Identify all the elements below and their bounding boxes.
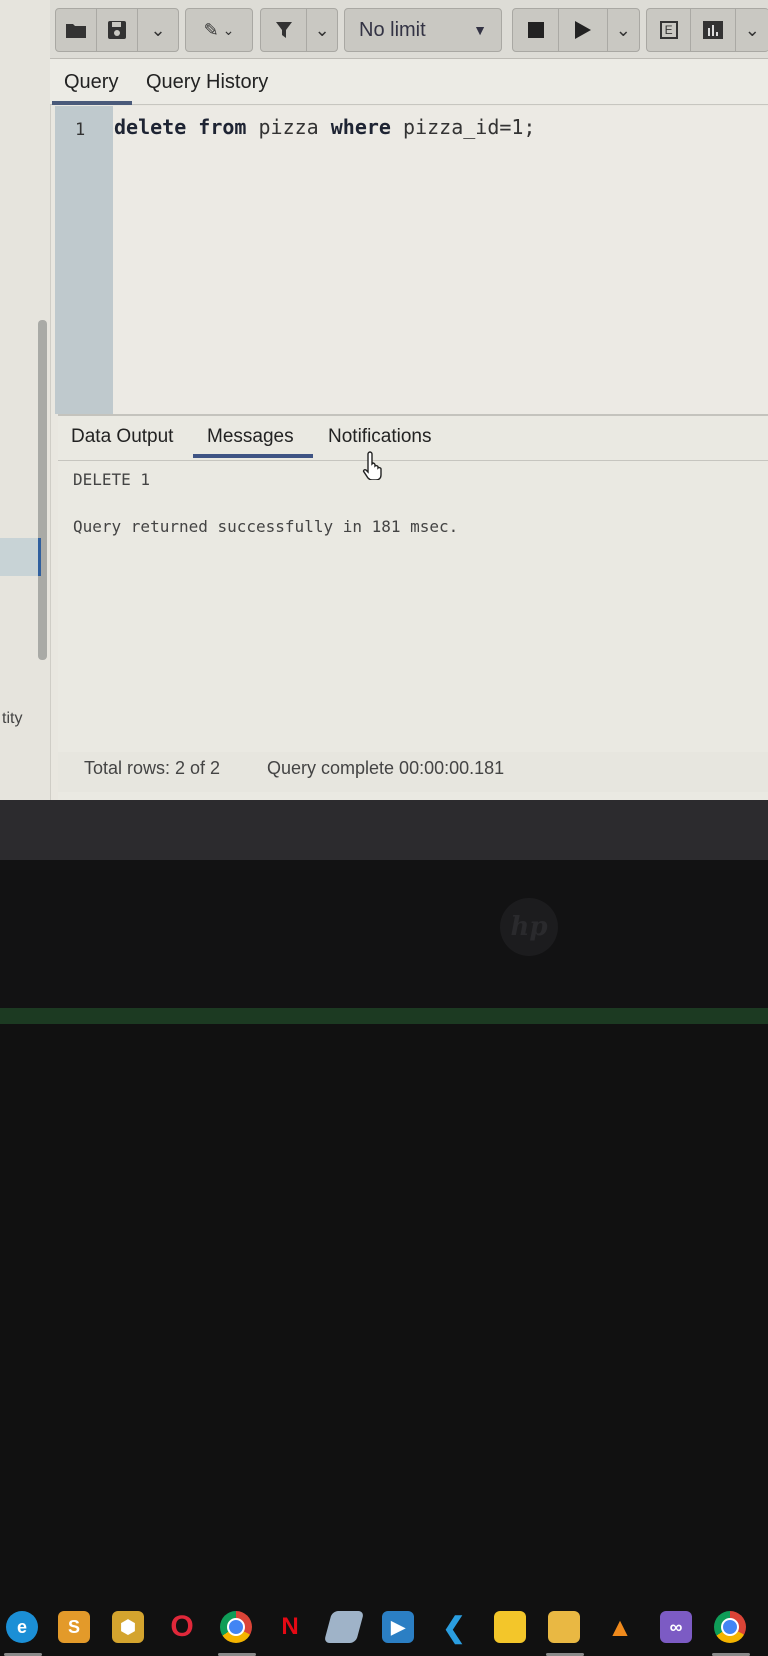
- results-panel: [58, 414, 768, 800]
- object-browser-partial-label: tity: [2, 710, 23, 727]
- chevron-down-icon: ⌄: [744, 19, 760, 40]
- file-button-group: ⌄: [55, 8, 179, 52]
- chevron-down-icon: ⌄: [314, 19, 330, 40]
- explain-analyze-button[interactable]: [691, 9, 736, 51]
- tab-query-history[interactable]: Query History: [146, 71, 268, 94]
- result-tab-divider: [58, 460, 768, 461]
- tab-notifications[interactable]: Notifications: [328, 426, 432, 448]
- execute-button[interactable]: [559, 9, 608, 51]
- editor-gutter: [55, 106, 113, 414]
- media-icon[interactable]: ▶: [382, 1611, 414, 1643]
- hp-logo: hp: [500, 898, 558, 956]
- chrome-profile-icon[interactable]: [714, 1611, 746, 1643]
- filter-button-group: ⌄: [260, 8, 338, 52]
- row-limit-value: No limit: [359, 18, 426, 41]
- folder-icon: [66, 24, 86, 38]
- sql-condition: pizza_id=1;: [390, 115, 536, 139]
- windows-taskbar: e S ⬢ O N ▶ ❮ ▲ ∞: [0, 800, 768, 1656]
- vscode-icon[interactable]: ❮: [438, 1611, 470, 1643]
- sql-identifier: pizza: [246, 115, 331, 139]
- pencil-icon: ✎: [203, 19, 219, 40]
- explain-dropdown-button[interactable]: ⌄: [736, 9, 768, 51]
- tab-messages[interactable]: Messages: [207, 426, 294, 448]
- vlc-icon[interactable]: ▲: [604, 1611, 636, 1643]
- caret-down-icon: ▼: [473, 22, 487, 38]
- box-icon[interactable]: ⬢: [112, 1611, 144, 1643]
- total-rows-status: Total rows: 2 of 2: [84, 758, 221, 778]
- laptop-edge: [0, 1008, 768, 1024]
- edit-button-group: ✎ ⌄: [185, 8, 253, 52]
- screen: tity ⌄ ✎ ⌄ ⌄ No limit ▼ ⌄ E ⌄ Query Quer…: [0, 0, 768, 800]
- sql-keyword: where: [330, 115, 391, 139]
- bar-chart-icon: [702, 21, 723, 39]
- chrome-icon[interactable]: [220, 1611, 252, 1643]
- save-dropdown-button[interactable]: ⌄: [138, 9, 178, 51]
- tab-data-output[interactable]: Data Output: [71, 426, 173, 448]
- explain-button[interactable]: E: [647, 9, 692, 51]
- edit-dropdown-button[interactable]: ✎ ⌄: [186, 9, 252, 51]
- message-line: DELETE 1: [73, 470, 151, 489]
- visual-studio-icon[interactable]: ∞: [660, 1611, 692, 1643]
- sticky-notes-icon[interactable]: [494, 1611, 526, 1643]
- sublime-icon[interactable]: S: [58, 1611, 90, 1643]
- explain-icon: E: [659, 21, 678, 39]
- object-browser-scrollbar[interactable]: [38, 320, 47, 660]
- open-file-button[interactable]: [56, 9, 97, 51]
- query-toolbar: ⌄ ✎ ⌄ ⌄ No limit ▼ ⌄ E ⌄: [50, 0, 768, 59]
- row-limit-select[interactable]: No limit ▼: [344, 8, 502, 52]
- laptop-bezel: hp: [0, 860, 768, 1024]
- sql-keyword: delete: [114, 115, 187, 139]
- stop-button[interactable]: [513, 9, 560, 51]
- active-result-tab-indicator: [193, 454, 313, 458]
- netflix-icon[interactable]: N: [274, 1611, 306, 1643]
- save-file-button[interactable]: [97, 9, 138, 51]
- query-tab-bar: Query Query History: [50, 59, 768, 105]
- line-number: 1: [75, 120, 86, 140]
- tab-query[interactable]: Query: [64, 71, 118, 94]
- filter-icon: [275, 22, 292, 38]
- sql-keyword: from: [198, 115, 247, 139]
- save-icon: [108, 21, 126, 39]
- object-browser-selected-item[interactable]: [0, 538, 41, 576]
- active-tab-indicator: [52, 101, 132, 105]
- sql-code-line[interactable]: delete from pizza where pizza_id=1;: [114, 115, 535, 139]
- sql-space: [186, 115, 198, 139]
- opera-icon[interactable]: O: [166, 1610, 198, 1643]
- query-complete-status: Query complete 00:00:00.181: [267, 758, 505, 778]
- execute-dropdown-button[interactable]: ⌄: [608, 9, 639, 51]
- chevron-down-icon: ⌄: [150, 19, 166, 40]
- file-explorer-icon[interactable]: [548, 1611, 580, 1643]
- chevron-down-icon: ⌄: [615, 19, 631, 40]
- edge-icon[interactable]: e: [6, 1611, 38, 1643]
- eraser-icon[interactable]: [323, 1611, 365, 1643]
- filter-dropdown-button[interactable]: ⌄: [307, 9, 337, 51]
- sql-editor[interactable]: [113, 106, 768, 414]
- chevron-down-icon: ⌄: [222, 21, 235, 38]
- filter-button[interactable]: [261, 9, 308, 51]
- explain-button-group: E ⌄: [646, 8, 768, 52]
- stop-icon: [527, 22, 544, 38]
- execute-button-group: ⌄: [512, 8, 640, 52]
- hand-cursor-icon: [362, 451, 382, 480]
- message-line: Query returned successfully in 181 msec.: [73, 517, 459, 536]
- play-icon: [574, 21, 591, 39]
